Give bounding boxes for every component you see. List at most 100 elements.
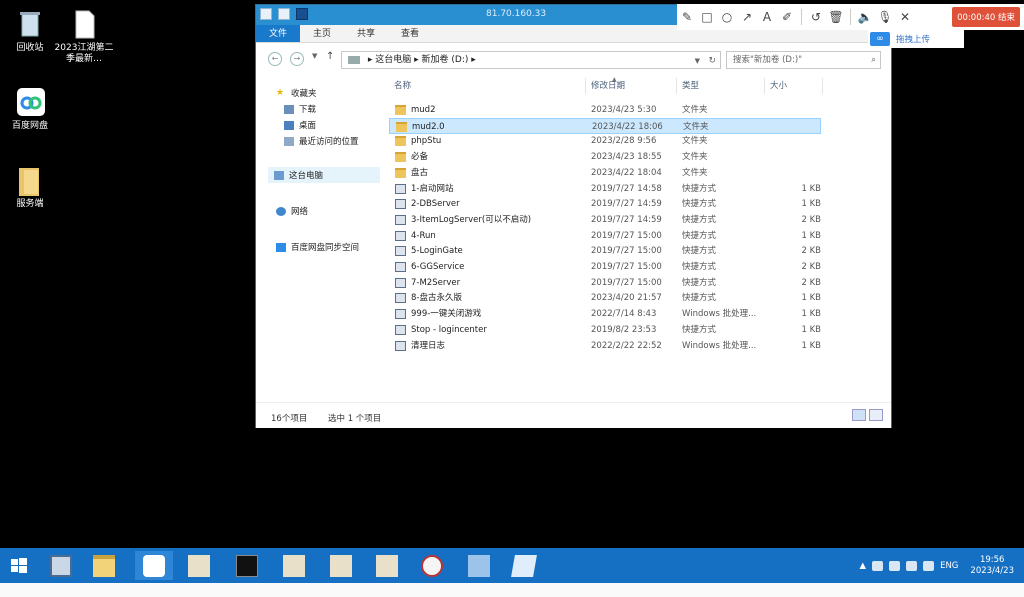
breadcrumb-this-pc[interactable]: 这台电脑 [375,55,411,65]
circle-icon[interactable]: ○ [717,10,737,24]
file-date: 2023/4/22 18:04 [591,167,662,178]
taskbar-game-4[interactable] [368,551,406,580]
column-header-date[interactable]: 修改日期 [586,78,677,94]
taskbar-notepad[interactable] [505,551,543,580]
undo-icon[interactable]: ↺ [806,10,826,24]
table-row[interactable]: 2-DBServer 2019/7/27 14:59 快捷方式 1 KB [389,196,821,212]
chevron-up-icon[interactable]: ▲ [860,561,867,571]
table-row[interactable]: 5-LoginGate 2019/7/27 15:00 快捷方式 2 KB [389,243,821,259]
tab-home[interactable]: 主页 [300,25,344,42]
arrow-icon[interactable]: ↗ [737,10,757,24]
details-view-button[interactable] [852,409,866,421]
file-name: 8-盘古永久版 [411,293,462,304]
nav-downloads[interactable]: 下载 [284,103,316,115]
file-name: 3-ItemLogServer(可以不启动) [411,214,532,225]
pin-icon[interactable] [296,8,308,20]
chevron-down-icon[interactable]: ▼ [695,53,700,69]
forward-button[interactable]: → [290,52,304,66]
taskbar-game-2[interactable] [275,551,313,580]
column-header-name[interactable]: 名称 [389,78,586,94]
column-header-label: 名称 [394,81,412,91]
microphone-icon[interactable]: 🎙 [875,10,895,24]
table-row[interactable]: 6-GGService 2019/7/27 15:00 快捷方式 2 KB [389,259,821,275]
file-name: Stop - logincenter [411,324,487,335]
table-row[interactable]: 3-ItemLogServer(可以不启动) 2019/7/27 14:59 快捷方… [389,212,821,228]
table-row[interactable]: 7-M2Server 2019/7/27 15:00 快捷方式 2 KB [389,275,821,291]
nav-favorites[interactable]: ★ 收藏夹 [276,87,317,99]
nav-recent[interactable]: 最近访问的位置 [284,135,359,147]
shortcut-icon [395,183,406,194]
column-header-label: 修改日期 [591,81,626,91]
pen-icon[interactable]: ✎ [677,10,697,24]
file-type: 快捷方式 [682,199,717,210]
shortcut-icon [395,246,406,257]
recent-dropdown-icon[interactable]: ▼ [312,52,317,60]
volume-icon[interactable] [923,560,935,571]
language-indicator[interactable]: ENG [940,561,958,571]
taskbar-cmd[interactable] [228,551,266,580]
nav-desktop[interactable]: 桌面 [284,119,316,131]
column-header-type[interactable]: 类型 [677,78,765,94]
tray-app-icon[interactable] [889,560,901,571]
table-row[interactable]: 盘古 2023/4/22 18:04 文件夹 [389,165,821,181]
trash-icon[interactable]: 🗑 [826,10,846,24]
nav-this-pc[interactable]: 这台电脑 [268,167,380,183]
start-button[interactable] [0,551,38,580]
file-name: 1-启动网站 [411,183,454,194]
shortcut-icon [395,262,406,272]
highlighter-icon[interactable]: ✐ [777,10,797,24]
recording-toolbar: ✎ □ ○ ↗ A ✐ ↺ 🗑 🔈 🎙 ✕ 00:00:40 结束 [677,4,1024,30]
taskbar-network-app[interactable] [460,551,498,580]
up-button[interactable]: ↑ [326,51,334,62]
table-row[interactable]: phpStu 2023/2/28 9:56 文件夹 [389,133,821,149]
tab-share[interactable]: 共享 [344,25,388,42]
close-icon[interactable]: ✕ [895,10,915,24]
file-type: 快捷方式 [682,293,717,304]
nav-label: 网络 [291,207,309,217]
taskbar-baidu-netdisk[interactable] [135,551,173,580]
column-header-size[interactable]: 大小 [765,78,823,94]
large-icons-view-button[interactable] [869,409,883,421]
taskbar-file-explorer[interactable] [85,551,123,580]
table-row[interactable]: Stop - logincenter 2019/8/2 23:53 快捷方式 1 KB [389,322,821,338]
new-folder-icon[interactable] [278,8,290,20]
text-icon[interactable]: A [757,10,777,24]
desktop-icon [284,120,294,130]
column-header-label: 类型 [682,81,700,91]
table-row[interactable]: 8-盘古永久版 2023/4/20 21:57 快捷方式 1 KB [389,290,821,306]
nav-baidu-sync[interactable]: 百度网盘同步空间 [276,241,359,253]
table-row[interactable]: 必备 2023/4/23 18:55 文件夹 [389,149,821,165]
table-row[interactable]: mud2.0 2023/4/22 18:06 文件夹 [389,117,821,134]
drag-upload-tab[interactable]: ∞ 拖拽上传 [868,30,964,48]
tab-file[interactable]: 文件 [256,25,301,42]
address-field[interactable]: ▸ 这台电脑 ▸ 新加卷 (D:) ▸ ▼ ↻ [341,51,721,69]
recent-places-icon [284,136,294,146]
refresh-icon[interactable]: ↻ [708,53,716,69]
table-row[interactable]: 4-Run 2019/7/27 15:00 快捷方式 1 KB [389,228,821,244]
properties-icon[interactable] [260,8,272,20]
breadcrumb-drive[interactable]: 新加卷 (D:) [422,55,469,65]
desktop-icon-folder[interactable]: 服务端 [0,164,60,210]
table-row[interactable]: 清理日志 2022/2/22 22:52 Windows 批处理... 1 KB [389,338,821,354]
taskbar-game-3[interactable] [322,551,360,580]
taskbar-server-manager[interactable] [42,551,80,580]
nav-network[interactable]: 网络 [276,205,308,217]
table-row[interactable]: 1-启动网站 2019/7/27 14:58 快捷方式 1 KB [389,181,821,197]
desktop-icon-document[interactable]: 2023江湖第二季最新… [54,8,114,65]
rectangle-icon[interactable]: □ [697,10,717,24]
desktop-icon-baidu[interactable]: 百度网盘 [0,86,60,132]
taskbar-app-round[interactable] [413,551,451,580]
recording-timer-button[interactable]: 00:00:40 结束 [952,7,1020,27]
search-icon[interactable]: ⌕ [871,52,876,68]
tab-view[interactable]: 查看 [388,25,432,42]
taskbar-game-1[interactable] [180,551,218,580]
table-row[interactable]: 999-一键关闭游戏 2022/7/14 8:43 Windows 批处理... 1 … [389,306,821,322]
clock[interactable]: 19:56 2023/4/23 [970,555,1014,577]
network-icon[interactable] [906,560,918,571]
search-input[interactable]: 搜索"新加卷 (D:)" ⌕ [726,51,881,69]
tray-app-icon[interactable] [872,560,884,571]
back-button[interactable]: ← [268,52,282,66]
desktop-icon-recycle-bin[interactable]: 回收站 [0,8,60,54]
table-row[interactable]: mud2 2023/4/23 5:30 文件夹 [389,102,821,118]
speaker-icon[interactable]: 🔈 [855,10,875,24]
